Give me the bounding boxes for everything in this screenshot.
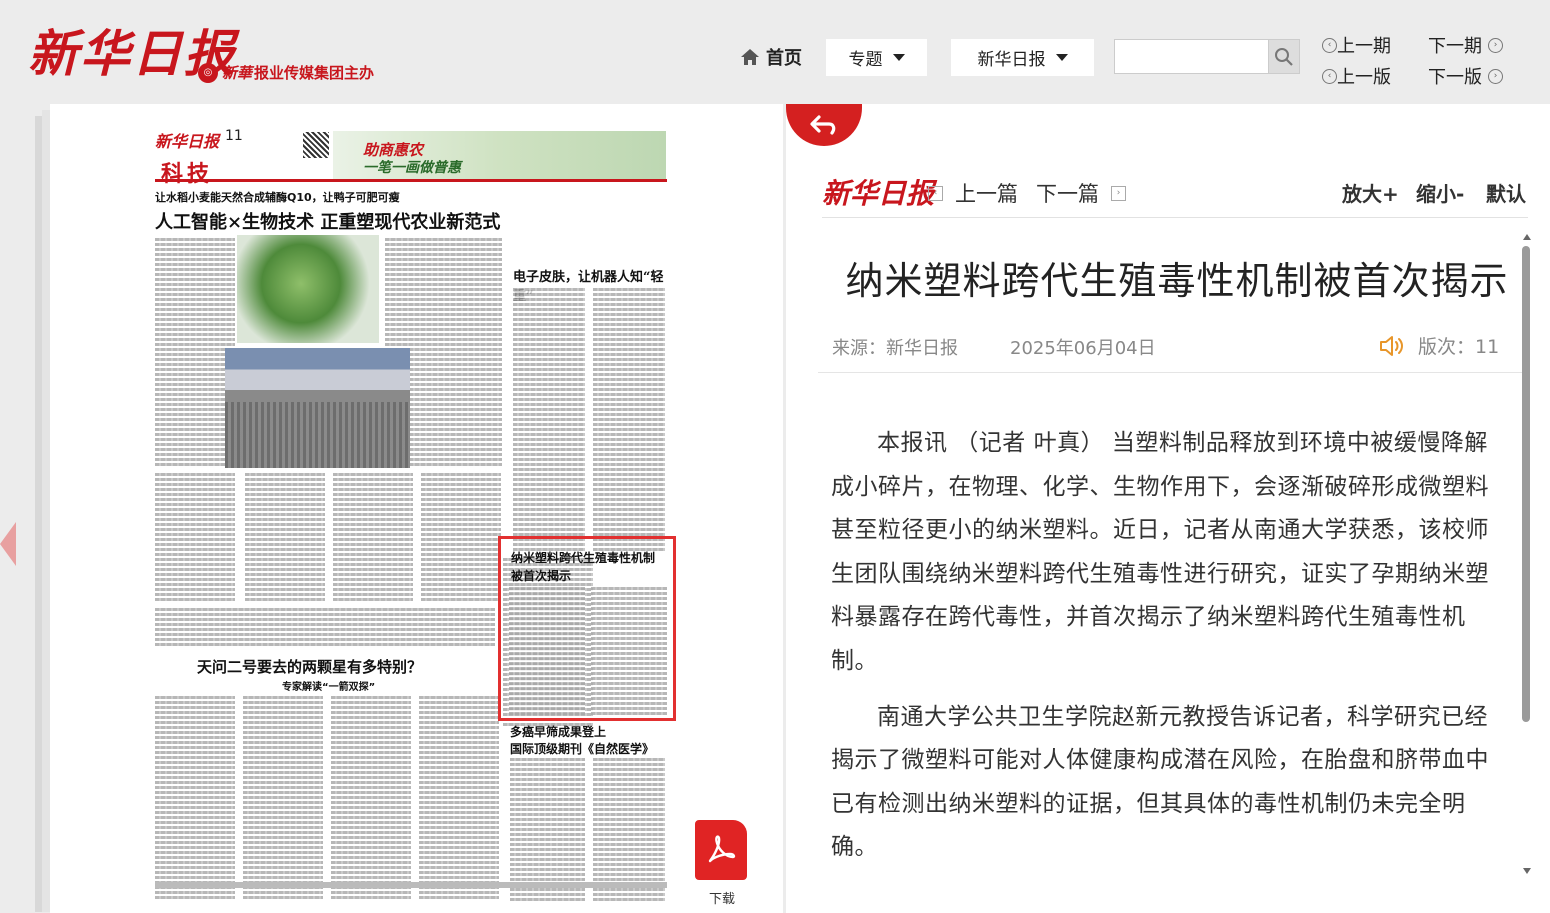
chevron-left-icon: ‹ bbox=[1322, 37, 1337, 53]
article-text-block[interactable] bbox=[421, 473, 501, 603]
article-text-block[interactable] bbox=[243, 696, 323, 901]
article-headline: 被首次揭示 bbox=[511, 569, 572, 583]
page-logo: 新华日报 bbox=[155, 132, 220, 151]
article-paragraph: 南通大学公共卫生学院赵新元教授告诉记者，科学研究已经揭示了微塑料可能对人体健康构… bbox=[831, 703, 1489, 861]
article-source: 来源：新华日报 bbox=[832, 338, 958, 359]
prev-issue-link[interactable]: ‹ 上一期 bbox=[1322, 32, 1391, 58]
article-text-block bbox=[509, 587, 585, 715]
site-header: 新华日报 ◎ 新華 报业传媒集团主办 首页 专题 新华日报 ‹ 上一期 下一期 … bbox=[0, 0, 1550, 104]
next-issue-link[interactable]: 下一期 › bbox=[1428, 32, 1503, 58]
ad-banner[interactable]: 助商惠农 一笔一画做普惠 bbox=[333, 131, 666, 179]
chevron-right-icon: › bbox=[1488, 37, 1503, 53]
article-text-block[interactable] bbox=[155, 238, 235, 468]
article-subhead[interactable]: 专家解读“一箭双探” bbox=[282, 678, 375, 693]
article-text-block bbox=[591, 587, 667, 715]
article-text-block[interactable] bbox=[155, 473, 235, 603]
article-text-block[interactable] bbox=[419, 696, 499, 901]
chevron-left-icon: ‹ bbox=[1322, 68, 1337, 84]
article-panel: 新华日报 ‹ 上一篇 下一篇 › 放大+ 缩小- 默认 纳米塑料跨代生殖毒性机制… bbox=[786, 104, 1550, 913]
nav-paper-label: 新华日报 bbox=[977, 50, 1046, 70]
article-photo[interactable] bbox=[225, 348, 410, 468]
chevron-right-icon: › bbox=[1111, 185, 1126, 201]
chevron-down-icon bbox=[892, 54, 905, 61]
article-date: 2025年06月04日 bbox=[1010, 338, 1156, 359]
page-footer-bar bbox=[155, 882, 667, 888]
selected-article-highlight[interactable]: 纳米塑料跨代生殖毒性机制 被首次揭示 bbox=[498, 536, 676, 721]
next-article-link[interactable]: 下一篇 › bbox=[1036, 178, 1126, 208]
article-headline[interactable]: 多癌早筛成果登上 bbox=[510, 723, 606, 740]
search-icon bbox=[1275, 47, 1293, 66]
article-headline[interactable]: 天问二号要去的两颗星有多特别？ bbox=[197, 656, 422, 677]
newspaper-content: 新华日报 11 科技 助商惠农 一笔一画做普惠 让水稻小麦能天然合成辅酶Q10，… bbox=[155, 128, 667, 903]
acrobat-icon bbox=[708, 835, 736, 863]
prev-page-arrow[interactable] bbox=[0, 522, 16, 566]
article-text-block[interactable] bbox=[333, 473, 413, 603]
meta-divider bbox=[818, 372, 1524, 373]
search-button[interactable] bbox=[1268, 39, 1300, 74]
next-page-link[interactable]: 下一版 › bbox=[1428, 63, 1503, 89]
page-number: 11 bbox=[225, 128, 243, 144]
article-body: 本报讯 （记者 叶真） 当塑料制品释放到环境中被缓慢降解成小碎片，在物理、化学、… bbox=[831, 422, 1506, 902]
scroll-thumb[interactable] bbox=[1522, 246, 1530, 722]
article-page-label: 版次：11 bbox=[1418, 336, 1500, 358]
qr-code bbox=[303, 132, 329, 158]
speaker-icon[interactable] bbox=[1378, 334, 1408, 358]
prev-article-label: 上一篇 bbox=[955, 182, 1018, 206]
section-title: 科技 bbox=[161, 162, 214, 187]
article-toolbar: 新华日报 ‹ 上一篇 下一篇 › 放大+ 缩小- 默认 bbox=[822, 170, 1528, 218]
chevron-down-icon bbox=[1055, 54, 1068, 61]
article-headline[interactable]: 国际顶级期刊《自然医学》 bbox=[510, 740, 654, 757]
masthead-divider bbox=[155, 179, 667, 182]
article-photo[interactable] bbox=[237, 235, 379, 343]
chevron-right-icon: › bbox=[1488, 68, 1503, 84]
article-paragraph: 本报讯 （记者 叶真） 当塑料制品释放到环境中被缓慢降解成小碎片，在物理、化学、… bbox=[831, 430, 1489, 674]
article-text-block[interactable] bbox=[155, 696, 235, 901]
ad-line2: 一笔一画做普惠 bbox=[363, 160, 461, 176]
next-page-label: 下一版 bbox=[1428, 67, 1482, 88]
back-button[interactable] bbox=[786, 104, 862, 146]
prev-page-label: 上一版 bbox=[1337, 67, 1391, 88]
article-logo: 新华日报 bbox=[822, 177, 935, 210]
article-title: 纳米塑料跨代生殖毒性机制被首次揭示 bbox=[845, 259, 1509, 303]
zoom-out-button[interactable]: 缩小- bbox=[1416, 178, 1464, 207]
newspaper-page: 新华日报 11 科技 助商惠农 一笔一画做普惠 让水稻小麦能天然合成辅酶Q10，… bbox=[50, 104, 783, 913]
nav-topics-dropdown[interactable]: 专题 bbox=[826, 39, 927, 76]
zoom-in-button[interactable]: 放大+ bbox=[1342, 178, 1399, 207]
home-icon bbox=[741, 49, 759, 65]
next-issue-label: 下一期 bbox=[1428, 36, 1482, 57]
pdf-download-label[interactable]: 下载 bbox=[709, 888, 735, 907]
scroll-down-icon[interactable] bbox=[1523, 868, 1531, 874]
article-text-block[interactable] bbox=[513, 288, 585, 553]
nav-paper-dropdown[interactable]: 新华日报 bbox=[951, 39, 1094, 76]
group-seal-icon: ◎ bbox=[198, 62, 218, 83]
back-arrow-icon bbox=[810, 115, 836, 135]
pdf-icon bbox=[695, 820, 747, 880]
article-page-info: 版次：11 bbox=[1378, 332, 1499, 359]
publisher-line: ◎ 新華 报业传媒集团主办 bbox=[198, 62, 374, 83]
group-text: 报业传媒集团主办 bbox=[254, 64, 375, 82]
group-script: 新華 bbox=[222, 64, 253, 82]
article-subhead[interactable]: 让水稻小麦能天然合成辅酶Q10，让鸭子可肥可瘦 bbox=[155, 189, 400, 205]
article-text-block[interactable] bbox=[245, 473, 325, 603]
article-scrollbar[interactable] bbox=[1522, 234, 1532, 874]
chevron-left-icon: ‹ bbox=[928, 185, 943, 201]
prev-issue-label: 上一期 bbox=[1337, 36, 1391, 57]
next-article-label: 下一篇 bbox=[1036, 182, 1099, 206]
pdf-download-button[interactable] bbox=[695, 820, 750, 882]
nav-home[interactable]: 首页 bbox=[740, 44, 802, 70]
nav-topics-label: 专题 bbox=[848, 50, 883, 70]
zoom-default-button[interactable]: 默认 bbox=[1486, 178, 1526, 207]
prev-article-link[interactable]: ‹ 上一篇 bbox=[928, 178, 1018, 208]
prev-page-link[interactable]: ‹ 上一版 bbox=[1322, 63, 1391, 89]
nav-home-label: 首页 bbox=[766, 48, 802, 69]
article-text-block[interactable] bbox=[155, 608, 495, 648]
article-headline[interactable]: 人工智能×生物技术 正重塑现代农业新范式 bbox=[155, 208, 500, 234]
scroll-up-icon[interactable] bbox=[1523, 234, 1531, 240]
article-text-block[interactable] bbox=[331, 696, 411, 901]
article-headline: 纳米塑料跨代生殖毒性机制 bbox=[511, 551, 656, 565]
search-input[interactable] bbox=[1114, 39, 1269, 74]
article-text-block[interactable] bbox=[593, 288, 665, 553]
